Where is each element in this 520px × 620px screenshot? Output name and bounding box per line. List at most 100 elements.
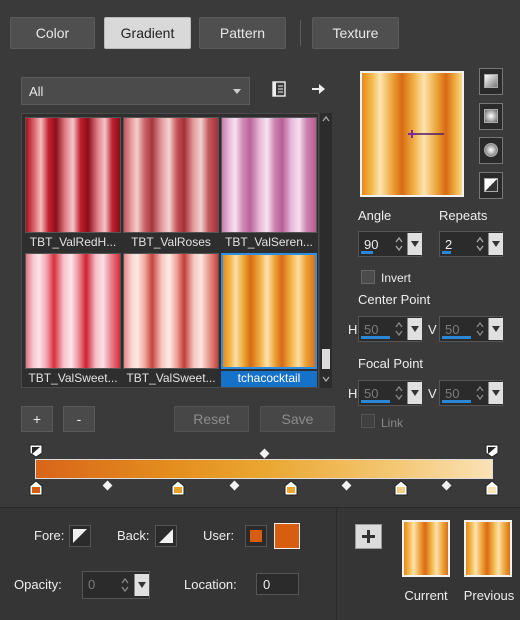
tab-texture[interactable]: Texture <box>312 17 399 49</box>
color-stop-marker[interactable] <box>485 480 499 496</box>
gallery-item[interactable]: TBT_ValRoses <box>123 117 219 251</box>
color-midpoint-marker[interactable] <box>441 480 452 491</box>
reset-button[interactable]: Reset <box>174 406 249 432</box>
angle-value: 90 <box>364 237 379 252</box>
invert-label: Invert <box>381 271 412 285</box>
center-h-label: H <box>348 322 358 337</box>
location-label: Location: <box>184 577 237 592</box>
color-stop-marker[interactable] <box>171 480 185 496</box>
color-stop-marker[interactable] <box>284 480 298 496</box>
tab-gradient[interactable]: Gradient <box>104 17 191 49</box>
save-button[interactable]: Save <box>260 406 335 432</box>
location-input[interactable]: 0 <box>256 573 299 595</box>
add-stop-button[interactable] <box>355 524 382 549</box>
color-stop-marker[interactable] <box>394 480 408 496</box>
gallery-item-label: TBT_ValRedH... <box>29 235 117 249</box>
focal-v-dropdown-button[interactable] <box>488 382 503 404</box>
center-h-dropdown-button[interactable] <box>407 318 422 340</box>
center-v-label: V <box>428 322 437 337</box>
chevron-up-icon[interactable] <box>321 115 331 123</box>
opacity-stop-marker[interactable] <box>485 444 499 458</box>
center-v-field[interactable]: 50 <box>439 316 503 342</box>
opacity-label: Opacity: <box>14 577 62 592</box>
category-dropdown-value: All <box>29 83 44 99</box>
gradient-thumbnail <box>25 253 121 369</box>
gradient-thumbnail <box>25 117 121 233</box>
spin-arrows-icon[interactable] <box>475 320 485 338</box>
gallery-item[interactable]: TBT_ValSweet... <box>123 253 219 387</box>
gradient-preview[interactable] <box>360 71 464 197</box>
spin-arrows-icon[interactable] <box>394 235 404 253</box>
center-h-field[interactable]: 50 <box>358 316 422 342</box>
previous-gradient-preview[interactable] <box>464 520 512 577</box>
current-gradient-preview[interactable] <box>402 520 450 577</box>
arrow-right-icon[interactable] <box>307 78 329 100</box>
foreground-stop-button[interactable] <box>69 525 91 547</box>
focal-h-value: 50 <box>364 386 379 401</box>
color-midpoint-marker[interactable] <box>229 480 240 491</box>
tab-pattern[interactable]: Pattern <box>199 17 286 49</box>
focal-point-marker[interactable] <box>406 128 446 140</box>
plus-icon <box>362 530 375 543</box>
library-icon[interactable] <box>268 78 290 100</box>
chevron-down-icon <box>233 89 241 94</box>
repeats-level-bar <box>442 251 451 254</box>
opacity-field[interactable]: 0 <box>82 571 150 599</box>
angle-field[interactable]: 90 <box>358 231 422 257</box>
angle-dropdown-button[interactable] <box>407 233 422 255</box>
rectangular-style-button[interactable] <box>479 103 503 130</box>
focal-h-level-bar <box>361 400 390 403</box>
focal-h-dropdown-button[interactable] <box>407 382 422 404</box>
focal-v-level-bar <box>442 400 471 403</box>
focal-h-field[interactable]: 50 <box>358 380 422 406</box>
gallery-item[interactable]: TBT_ValSweet... <box>25 253 121 387</box>
tab-separator <box>300 20 301 46</box>
remove-gradient-button[interactable]: - <box>63 406 95 432</box>
center-v-value: 50 <box>445 322 460 337</box>
scrollbar-thumb[interactable] <box>322 349 330 369</box>
gallery-scrollbar[interactable] <box>320 113 332 388</box>
color-midpoint-marker[interactable] <box>102 480 113 491</box>
back-label: Back: <box>117 528 150 543</box>
gallery-item[interactable]: TBT_ValRedH... <box>25 117 121 251</box>
opacity-value: 0 <box>88 577 96 592</box>
focal-v-field[interactable]: 50 <box>439 380 503 406</box>
spin-arrows-icon[interactable] <box>394 384 404 402</box>
spin-arrows-icon[interactable] <box>394 320 404 338</box>
angle-level-bar <box>361 251 373 254</box>
tab-color[interactable]: Color <box>10 17 95 49</box>
color-midpoint-marker[interactable] <box>341 480 352 491</box>
linear-style-button[interactable] <box>479 68 503 95</box>
gradient-editor-bar[interactable] <box>35 459 493 479</box>
gallery-item-label: TBT_ValSweet... <box>126 371 216 385</box>
gallery-item-selected[interactable]: tchacocktail <box>221 253 317 387</box>
opacity-midpoint-marker[interactable] <box>259 448 270 459</box>
gallery-item-label: TBT_ValSweet... <box>28 371 118 385</box>
angle-label: Angle <box>358 208 392 223</box>
gallery-item[interactable]: TBT_ValSeren... <box>221 117 317 251</box>
radial-style-button[interactable] <box>479 137 503 164</box>
category-dropdown[interactable]: All <box>21 77 250 105</box>
spin-arrows-icon[interactable] <box>475 235 485 253</box>
background-stop-button[interactable] <box>155 525 177 547</box>
opacity-dropdown-button[interactable] <box>134 574 149 596</box>
user-color-swatch[interactable] <box>274 523 300 549</box>
gradient-thumbnail <box>221 117 317 233</box>
sunburst-style-button[interactable] <box>479 172 503 199</box>
focal-point-label: Focal Point <box>358 356 424 371</box>
fore-label: Fore: <box>34 528 65 543</box>
spin-arrows-icon[interactable] <box>120 576 130 594</box>
gallery-item-label: TBT_ValSeren... <box>225 235 313 249</box>
repeats-dropdown-button[interactable] <box>488 233 503 255</box>
spin-arrows-icon[interactable] <box>475 384 485 402</box>
invert-checkbox[interactable] <box>361 270 375 284</box>
chevron-down-icon[interactable] <box>321 375 331 383</box>
opacity-stop-marker[interactable] <box>29 444 43 458</box>
add-gradient-button[interactable]: + <box>21 406 53 432</box>
repeats-field[interactable]: 2 <box>439 231 503 257</box>
link-checkbox[interactable] <box>361 414 375 428</box>
panel-divider <box>336 507 337 620</box>
user-stop-button[interactable] <box>245 525 267 547</box>
center-v-dropdown-button[interactable] <box>488 318 503 340</box>
color-stop-marker[interactable] <box>29 480 43 496</box>
